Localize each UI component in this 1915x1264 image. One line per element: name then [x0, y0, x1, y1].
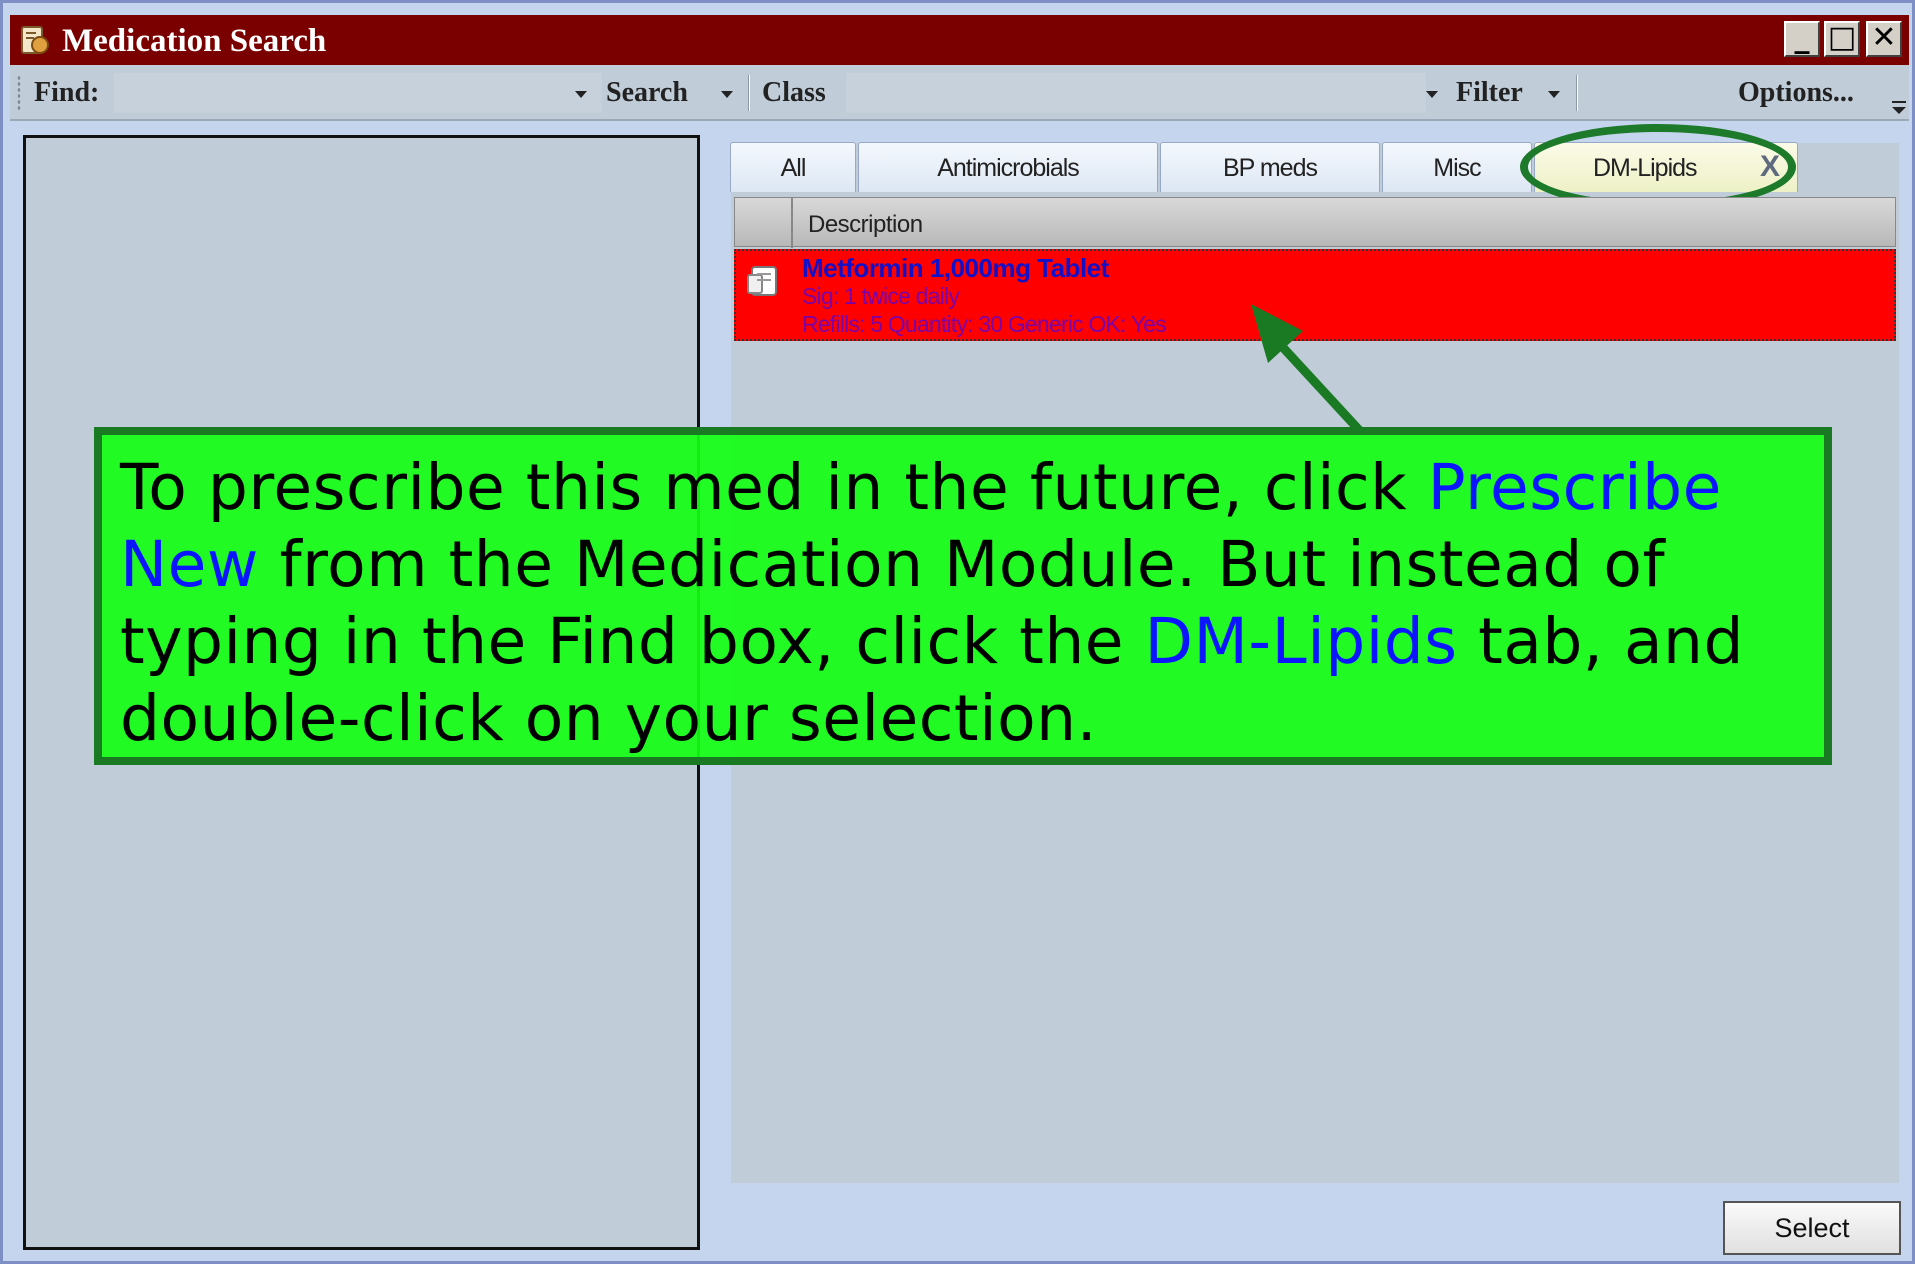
grid-header: Description — [734, 197, 1896, 248]
find-dropdown-arrow-icon[interactable] — [575, 91, 587, 98]
tab-label: Misc — [1433, 154, 1481, 182]
tab-misc[interactable]: Misc — [1382, 142, 1532, 192]
medication-app-icon — [21, 26, 49, 54]
callout-text: To prescribe this med in the future, cli… — [120, 451, 1428, 524]
toolbar-separator — [1576, 75, 1578, 111]
medication-name: Metformin 1,000mg Tablet — [802, 253, 1109, 283]
options-button[interactable]: Options... — [1738, 77, 1854, 109]
tab-label: BP meds — [1223, 154, 1318, 182]
search-dropdown-arrow-icon[interactable] — [721, 91, 733, 98]
description-column-header[interactable]: Description — [808, 211, 923, 239]
toolbar: Find: Search Class Filter Options... — [10, 65, 1909, 121]
medication-sig: Sig: 1 twice daily — [802, 283, 960, 309]
table-row[interactable]: Metformin 1,000mg Tablet Sig: 1 twice da… — [734, 249, 1896, 341]
minimize-button[interactable]: _ — [1784, 21, 1820, 57]
medication-search-window: Medication Search _ □ ✕ Find: Search Cla… — [0, 0, 1915, 1264]
class-dropdown-arrow-icon[interactable] — [1426, 91, 1438, 98]
select-button[interactable]: Select — [1723, 1201, 1901, 1255]
close-button[interactable]: ✕ — [1866, 21, 1902, 57]
medication-refills: Refills: 5 Quantity: 30 Generic OK: Yes — [802, 311, 1167, 337]
window-title: Medication Search — [62, 23, 327, 59]
row-selector-divider — [791, 198, 793, 248]
find-label: Find: — [34, 77, 100, 108]
toolbar-grip[interactable] — [17, 75, 21, 111]
tab-antimicrobials[interactable]: Antimicrobials — [858, 142, 1158, 192]
toolbar-separator — [748, 75, 750, 111]
instruction-callout: To prescribe this med in the future, cli… — [94, 427, 1832, 765]
class-label: Class — [762, 77, 826, 108]
minimize-icon: _ — [1794, 20, 1810, 55]
class-input[interactable] — [846, 73, 1426, 113]
search-button[interactable]: Search — [606, 77, 688, 109]
prescription-icon — [747, 266, 777, 296]
dm-lipids-keyword: DM-Lipids — [1144, 605, 1458, 678]
filter-dropdown-arrow-icon[interactable] — [1548, 91, 1560, 98]
toolbar-overflow-icon[interactable] — [1888, 95, 1910, 119]
maximize-icon: □ — [1827, 20, 1857, 55]
maximize-button[interactable]: □ — [1824, 21, 1860, 57]
filter-button[interactable]: Filter — [1456, 77, 1523, 109]
tab-label: Antimicrobials — [937, 154, 1080, 182]
tab-label: All — [780, 154, 807, 182]
title-bar[interactable]: Medication Search _ □ ✕ — [10, 15, 1909, 65]
close-icon: ✕ — [1871, 20, 1897, 55]
find-input[interactable] — [114, 73, 602, 113]
tab-all[interactable]: All — [730, 142, 856, 192]
tab-bp-meds[interactable]: BP meds — [1160, 142, 1380, 192]
